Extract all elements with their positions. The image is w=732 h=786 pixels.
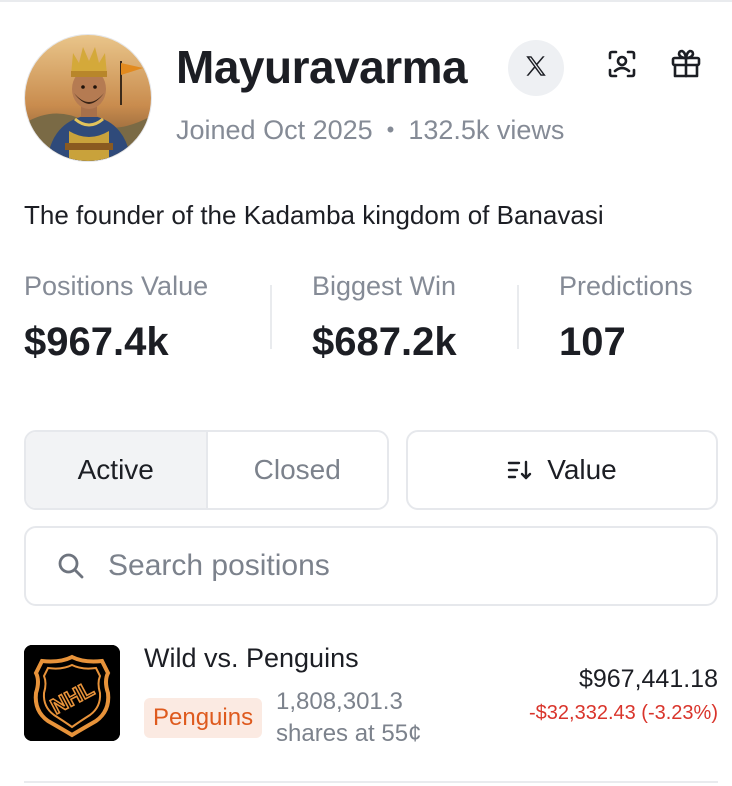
x-logo-icon <box>523 53 549 84</box>
top-divider <box>0 0 732 2</box>
position-pnl: -$32,332.43 (-3.23%) <box>528 702 718 724</box>
stat-biggest-win: Biggest Win $687.2k <box>312 268 457 368</box>
position-value: $967,441.18 <box>578 665 718 693</box>
username: Mayuravarma <box>176 41 468 93</box>
search-input[interactable] <box>108 549 668 583</box>
profile-meta: Joined Oct 2025 • 132.5k views <box>176 112 564 148</box>
position-tabs: Active Closed <box>24 430 389 510</box>
profile-bio: The founder of the Kadamba kingdom of Ba… <box>24 200 604 230</box>
market-logo[interactable]: NHL <box>24 645 120 741</box>
x-profile-button[interactable] <box>508 40 564 96</box>
sort-label: Value <box>547 454 617 485</box>
gift-icon <box>669 47 703 86</box>
sort-button[interactable]: Value <box>406 430 718 510</box>
share-price: shares at 55¢ <box>276 720 422 747</box>
stat-predictions: Predictions 107 <box>559 268 693 368</box>
stat-positions-value: Positions Value $967.4k <box>24 268 208 368</box>
row-divider <box>24 781 718 783</box>
shares-info: 1,808,301.3 shares at 55¢ <box>276 686 421 750</box>
qr-scan-icon <box>606 48 638 85</box>
stat-label: Biggest Win <box>312 271 457 301</box>
stat-label: Predictions <box>559 271 693 301</box>
outcome-badge: Penguins <box>144 698 263 738</box>
stat-value: 107 <box>559 320 626 364</box>
avatar[interactable] <box>24 34 152 162</box>
separator-dot: • <box>386 117 395 142</box>
search-icon <box>56 549 90 583</box>
gift-button[interactable] <box>666 46 706 86</box>
stat-divider <box>270 285 272 349</box>
stat-label: Positions Value <box>24 271 209 301</box>
stat-value: $687.2k <box>312 320 457 364</box>
market-title[interactable]: Wild vs. Penguins <box>144 640 359 676</box>
sort-descending-icon <box>507 458 533 482</box>
profile-page: Mayuravarma Joined Oct 2025 • 132.5k vie… <box>0 0 732 786</box>
joined-date: Joined Oct 2025 <box>176 115 373 145</box>
tab-closed[interactable]: Closed <box>207 432 387 508</box>
stat-value: $967.4k <box>24 320 169 364</box>
tab-active[interactable]: Active <box>26 432 208 508</box>
view-count: 132.5k views <box>408 115 565 145</box>
qr-scan-button[interactable] <box>602 46 642 86</box>
search-box <box>24 526 718 606</box>
stat-divider <box>517 285 519 349</box>
share-count: 1,808,301.3 <box>276 688 403 715</box>
